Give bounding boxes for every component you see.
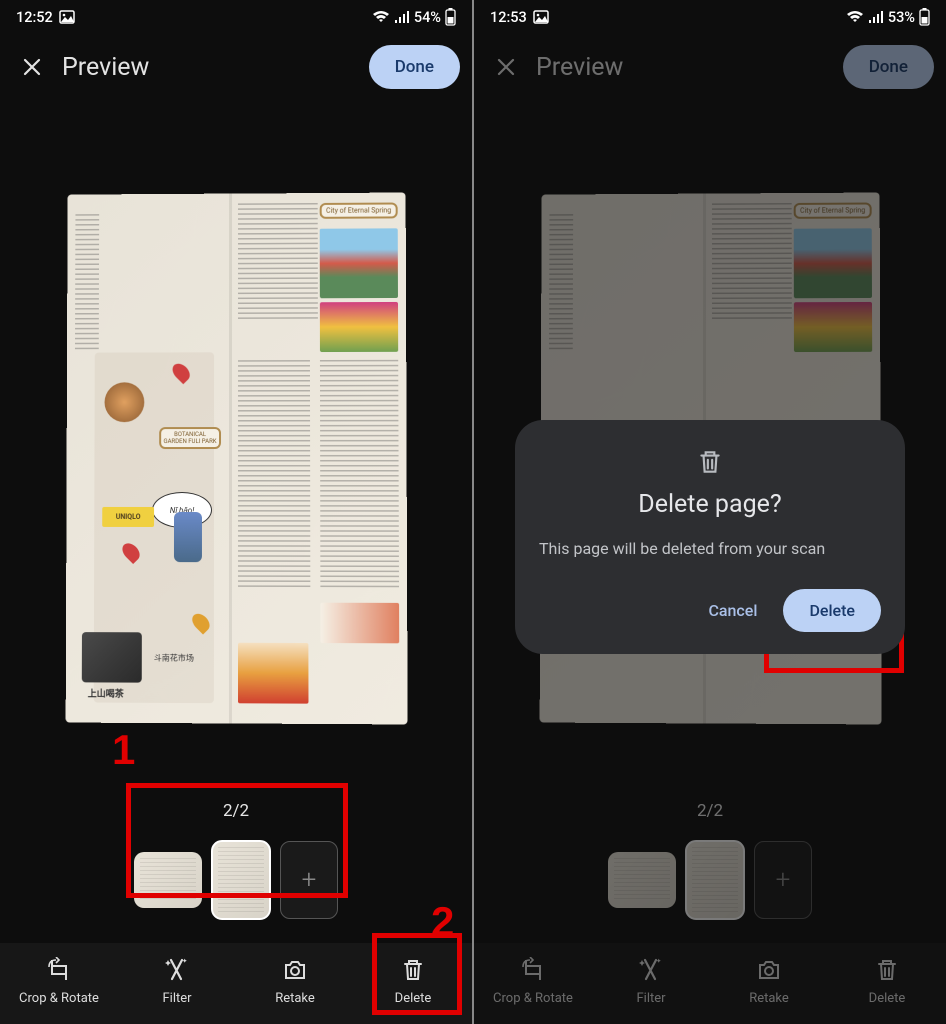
illustration-person xyxy=(174,512,202,562)
picture-icon xyxy=(59,10,75,24)
photo-house xyxy=(320,228,398,298)
callout-eternal-spring: City of Eternal Spring xyxy=(320,202,398,218)
bottom-nav: Crop & Rotate Filter Retake Delete xyxy=(0,943,472,1024)
thumbnail-page-2[interactable] xyxy=(212,841,270,919)
retake-button[interactable]: Retake xyxy=(236,957,354,1006)
photo-flowers xyxy=(320,301,398,351)
phone-left: 12:52 54% Preview Done City of Eternal S… xyxy=(0,0,472,1024)
camera-icon xyxy=(282,957,308,983)
status-bar: 12:52 54% xyxy=(0,0,472,34)
callout-garden: BOTANICAL GARDEN FULI PARK xyxy=(159,427,221,449)
photo-bowl xyxy=(320,602,399,643)
photo-food xyxy=(238,642,308,703)
filter-icon xyxy=(164,957,190,983)
preview-area: City of Eternal Spring BOTANICAL GARDEN … xyxy=(0,100,472,793)
page-title: Preview xyxy=(62,53,369,82)
phone-right: 12:53 53% Preview Done City of Eternal S… xyxy=(474,0,946,1024)
crop-rotate-icon xyxy=(46,957,72,983)
thumbnail-page-1[interactable] xyxy=(134,852,202,908)
dialog-cancel-button[interactable]: Cancel xyxy=(700,591,765,630)
callout-uniqlo: UNIQLO xyxy=(102,506,154,526)
delete-dialog: Delete page? This page will be deleted f… xyxy=(515,420,905,653)
status-time: 12:52 xyxy=(16,9,53,26)
caption-tea: 上山喝茶 xyxy=(88,686,124,699)
dialog-body: This page will be deleted from your scan xyxy=(539,537,881,560)
header: Preview Done xyxy=(0,34,472,100)
dialog-delete-button[interactable]: Delete xyxy=(783,589,881,632)
thumbnail-row: + xyxy=(0,835,472,943)
delete-button[interactable]: Delete xyxy=(354,957,472,1006)
trash-icon xyxy=(400,957,426,983)
close-button[interactable] xyxy=(12,47,52,87)
battery-icon xyxy=(445,8,456,26)
illustration-dj xyxy=(82,632,142,683)
caption-market: 斗南花市场 xyxy=(154,652,194,663)
signal-icon xyxy=(394,11,410,24)
wifi-icon xyxy=(372,10,390,24)
filter-button[interactable]: Filter xyxy=(118,957,236,1006)
trash-icon xyxy=(539,448,881,476)
crop-rotate-button[interactable]: Crop & Rotate xyxy=(0,957,118,1006)
scan-image[interactable]: City of Eternal Spring BOTANICAL GARDEN … xyxy=(66,192,408,724)
battery-pct: 54% xyxy=(414,9,441,26)
dialog-title: Delete page? xyxy=(539,490,881,519)
illustration-bagel xyxy=(104,382,144,422)
dialog-scrim[interactable]: Delete page? This page will be deleted f… xyxy=(474,0,946,1024)
done-button[interactable]: Done xyxy=(369,45,460,89)
page-counter: 2/2 xyxy=(0,793,472,835)
add-page-button[interactable]: + xyxy=(280,841,338,919)
